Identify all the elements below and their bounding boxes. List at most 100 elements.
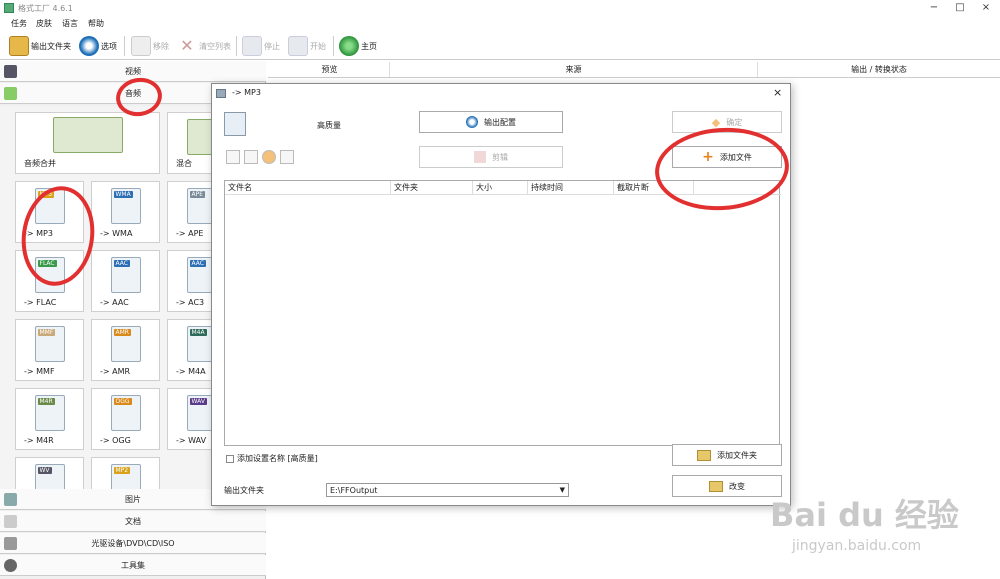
clear-icon: ✕: [180, 36, 194, 55]
category-rom-label: 光驱设备\DVD\CD\ISO: [91, 539, 175, 548]
play-icon[interactable]: [262, 150, 276, 164]
column-status[interactable]: 输出 / 转换状态: [758, 62, 1000, 77]
m4r-file-icon: M4R: [34, 395, 65, 431]
stop-label: 停止: [264, 41, 280, 51]
picture-icon: [4, 493, 17, 506]
app-icon: [4, 3, 14, 13]
category-tools[interactable]: 工具集: [0, 555, 266, 576]
tile-mmf[interactable]: MMF -> MMF: [15, 319, 84, 381]
header-duration[interactable]: 持续时间: [528, 181, 614, 195]
home-button[interactable]: 主页: [339, 35, 377, 57]
output-folder-select[interactable]: E:\FFOutput ▼: [326, 483, 569, 497]
remove-label: 移除: [153, 41, 169, 51]
dialog-title: -> MP3: [232, 88, 261, 97]
aac-file-icon: AAC: [110, 257, 141, 293]
wv-file-icon: WV: [34, 464, 65, 489]
options-button[interactable]: 选项: [79, 35, 117, 57]
tile-label: 混合: [176, 159, 192, 168]
tile-ogg[interactable]: OGG -> OGG: [91, 388, 160, 450]
info-icon[interactable]: [280, 150, 294, 164]
ogg-file-icon: OGG: [110, 395, 141, 431]
add-setting-name-label: 添加设置名称 [高质量]: [237, 454, 318, 463]
column-source[interactable]: 来源: [390, 62, 758, 77]
delete-icon[interactable]: [244, 150, 258, 164]
remove-icon: [131, 36, 151, 56]
tile-wv[interactable]: WV: [15, 457, 84, 489]
menu-bar: [0, 16, 1000, 32]
output-config-button[interactable]: 输出配置: [419, 111, 563, 133]
toolbar-divider: [124, 36, 125, 56]
header-folder[interactable]: 文件夹: [391, 181, 473, 195]
format-badge: MMF: [37, 329, 56, 336]
format-badge: APE: [189, 191, 206, 198]
format-badge: AAC: [113, 260, 130, 267]
category-picture-label: 图片: [125, 495, 141, 504]
toolbar-divider: [236, 36, 237, 56]
output-folder-value: E:\FFOutput: [330, 485, 378, 495]
toolbar-divider: [333, 36, 334, 56]
tile-amr[interactable]: AMR -> AMR: [91, 319, 160, 381]
category-document[interactable]: 文档: [0, 511, 266, 532]
options-label: 选项: [101, 41, 117, 51]
stop-icon: [242, 36, 262, 56]
menu-language[interactable]: 语言: [62, 18, 78, 29]
dialog-close-icon[interactable]: ×: [773, 86, 782, 99]
tile-label: -> APE: [176, 229, 204, 238]
start-button[interactable]: 开始: [288, 35, 326, 57]
music-note-icon: [4, 87, 17, 100]
baidu-watermark: Bai du 经验: [770, 496, 959, 534]
output-folder-button[interactable]: 输出文件夹: [9, 35, 71, 57]
format-badge: WMA: [113, 191, 133, 198]
close-icon[interactable]: ×: [972, 0, 1000, 16]
category-tools-label: 工具集: [121, 561, 145, 570]
format-badge: M4R: [37, 398, 55, 405]
header-size[interactable]: 大小: [473, 181, 528, 195]
document-icon: [4, 515, 17, 528]
folder-add-icon: [697, 449, 711, 461]
change-button[interactable]: 改变: [672, 475, 782, 497]
clear-list-button[interactable]: ✕ 清空列表: [177, 35, 231, 57]
output-folder-label: 输出文件夹: [224, 486, 264, 495]
tile-label: -> AC3: [176, 298, 205, 307]
header-filename[interactable]: 文件名: [225, 181, 391, 195]
start-label: 开始: [310, 41, 326, 51]
edit-button[interactable]: 剪辑: [419, 146, 563, 168]
tile-label: -> WMA: [100, 229, 133, 238]
format-badge: OGG: [113, 398, 132, 405]
ok-label: 确定: [726, 117, 743, 127]
film-icon: [4, 65, 17, 78]
column-preview[interactable]: 预览: [270, 62, 390, 77]
format-badge: WAV: [189, 398, 207, 405]
folder-icon: [9, 36, 29, 56]
tile-label: -> MMF: [24, 367, 55, 376]
mp3-format-icon: [224, 112, 246, 136]
dialog-icon: [216, 89, 226, 98]
disc-drive-icon: [4, 537, 17, 550]
add-folder-button[interactable]: 添加文件夹: [672, 444, 782, 466]
menu-help[interactable]: 帮助: [88, 18, 104, 29]
home-label: 主页: [361, 41, 377, 51]
change-label: 改变: [729, 481, 745, 491]
category-rom-device[interactable]: 光驱设备\DVD\CD\ISO: [0, 533, 266, 554]
amr-file-icon: AMR: [110, 326, 141, 362]
add-icon[interactable]: [226, 150, 240, 164]
tile-wma[interactable]: WMA -> WMA: [91, 181, 160, 243]
menu-task[interactable]: 任务: [11, 18, 27, 29]
add-setting-name-option[interactable]: 添加设置名称 [高质量]: [226, 453, 318, 464]
maximize-icon[interactable]: □: [946, 0, 974, 16]
wma-file-icon: WMA: [110, 188, 141, 224]
tile-aac[interactable]: AAC -> AAC: [91, 250, 160, 312]
tile-label: -> M4A: [176, 367, 206, 376]
menu-skin[interactable]: 皮肤: [36, 18, 52, 29]
file-list-table[interactable]: 文件名 文件夹 大小 持续时间 截取片断: [224, 180, 781, 446]
tile-m4r[interactable]: M4R -> M4R: [15, 388, 84, 450]
add-setting-name-checkbox[interactable]: [226, 454, 234, 463]
chevron-down-icon: ▼: [559, 486, 565, 494]
minimize-icon[interactable]: −: [920, 0, 948, 16]
stop-button[interactable]: 停止: [242, 35, 280, 57]
tile-mp2[interactable]: MP2: [91, 457, 160, 489]
remove-button[interactable]: 移除: [131, 35, 169, 57]
clear-list-label: 清空列表: [199, 41, 231, 51]
tile-audio-merge[interactable]: 音频合并: [15, 112, 160, 174]
tile-label: -> OGG: [100, 436, 131, 445]
